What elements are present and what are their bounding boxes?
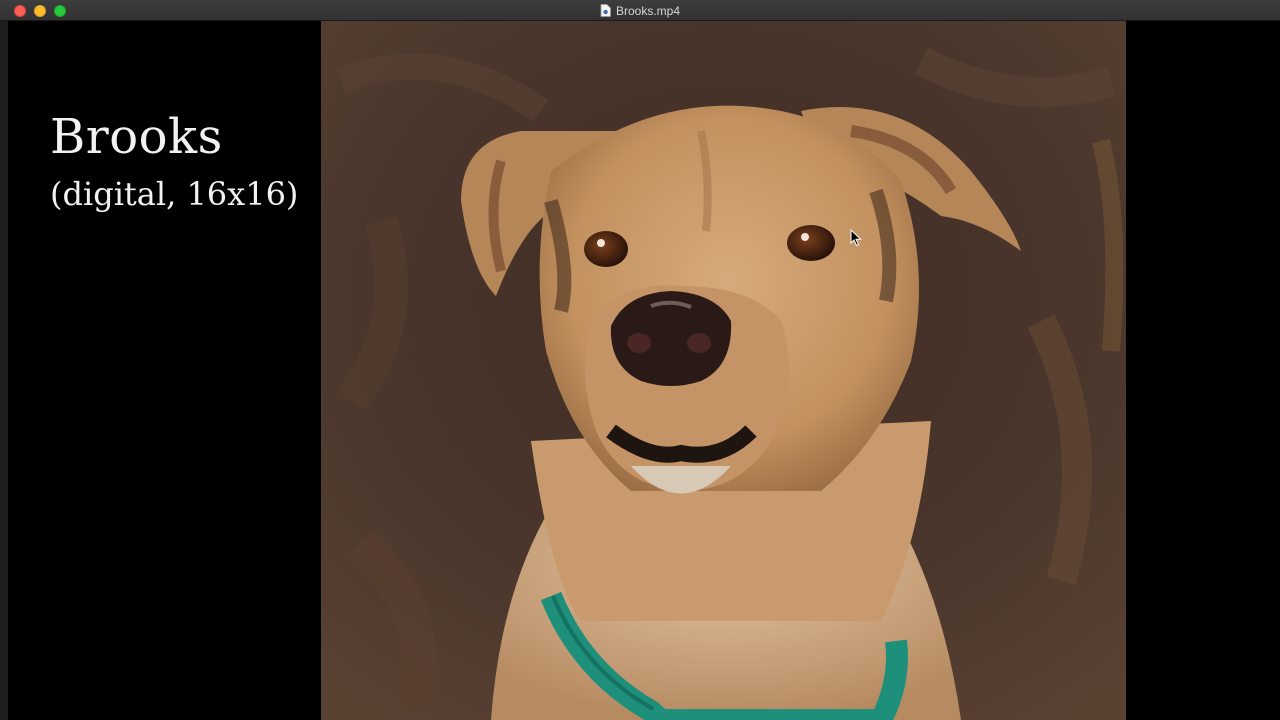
document-icon	[600, 4, 611, 17]
artwork-title: Brooks	[50, 109, 223, 165]
dog-portrait-image	[321, 21, 1126, 720]
dog-portrait-painting	[321, 21, 1126, 720]
window-title-group: Brooks.mp4	[0, 0, 1280, 21]
mouse-pointer-icon	[850, 229, 862, 247]
title-bar[interactable]: Brooks.mp4	[0, 0, 1280, 21]
artwork-subtitle: (digital, 16x16)	[50, 175, 299, 213]
video-player-window: Brooks.mp4 Brooks (digital, 16x16)	[0, 0, 1280, 720]
video-frame[interactable]: Brooks (digital, 16x16)	[0, 21, 1280, 720]
window-left-edge	[0, 21, 8, 720]
window-title: Brooks.mp4	[615, 3, 681, 18]
